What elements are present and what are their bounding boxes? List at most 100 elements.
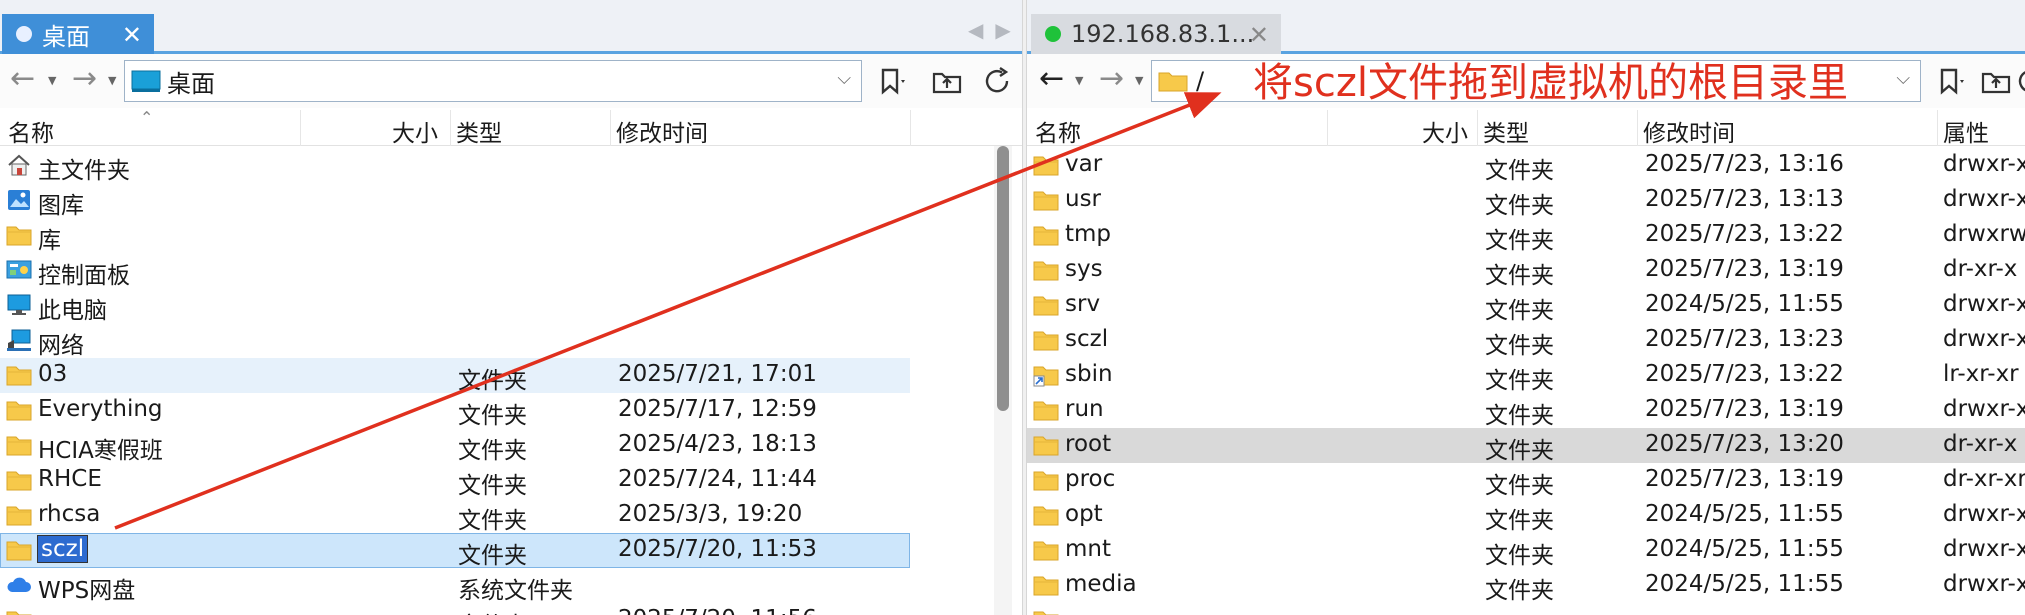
chevron-down-icon[interactable]: ⌵ <box>837 68 851 89</box>
row-type: 文件夹 <box>1485 193 1554 219</box>
table-row[interactable]: 库 <box>0 218 1022 254</box>
header-type[interactable]: 类型 <box>1483 114 1529 147</box>
close-icon[interactable]: ✕ <box>1249 21 1269 49</box>
row-type: 文件夹 <box>458 473 527 499</box>
refresh-icon[interactable] <box>2013 64 2025 98</box>
desktop-icon <box>131 70 161 92</box>
table-row[interactable]: rhcsa 文件夹 2025/3/3, 19:20 <box>0 498 1022 534</box>
row-mtime: 2025/7/21, 17:01 <box>618 361 817 387</box>
row-type: 文件夹 <box>1485 368 1554 394</box>
row-attr: drwxr-x <box>1943 291 2025 317</box>
header-mtime[interactable]: 修改时间 <box>616 114 708 147</box>
table-row[interactable]: proc 文件夹 2025/7/23, 13:19 dr-xr-xr <box>1027 463 2025 499</box>
table-row[interactable]: 控制面板 <box>0 253 1022 289</box>
table-row[interactable]: var 文件夹 2025/7/23, 13:16 drwxr-x <box>1027 148 2025 184</box>
table-row[interactable]: sczl 文件夹 2025/7/20, 11:53 <box>0 533 910 569</box>
table-row[interactable]: root 文件夹 2025/7/23, 13:20 dr-xr-x <box>1027 428 2025 464</box>
folder-icon <box>1033 191 1059 211</box>
folder-icon <box>6 471 32 491</box>
table-row[interactable]: run 文件夹 2025/7/23, 13:19 drwxr-x <box>1027 393 2025 429</box>
chevron-down-icon[interactable]: ⌵ <box>1896 68 1910 89</box>
forward-arrow-icon[interactable]: → <box>72 64 97 94</box>
tab-remote-host[interactable]: 192.168.83.1... ✕ <box>1031 14 1281 54</box>
table-row[interactable]: 03 文件夹 2025/7/21, 17:01 <box>0 358 910 394</box>
table-row[interactable]: 此电脑 <box>0 288 1022 324</box>
folder-icon <box>1033 576 1059 596</box>
table-row[interactable]: HCIA寒假班 文件夹 2025/4/23, 18:13 <box>0 428 1022 464</box>
row-type: 文件夹 <box>458 368 527 394</box>
table-row[interactable]: srv 文件夹 2024/5/25, 11:55 drwxr-x <box>1027 288 2025 324</box>
refresh-icon[interactable] <box>980 64 1014 98</box>
table-row[interactable]: WPS网盘 系统文件夹 <box>0 568 1022 604</box>
forward-history-caret-icon[interactable]: ▼ <box>108 74 116 87</box>
tab-desktop[interactable]: 桌面 ✕ <box>2 14 154 54</box>
table-row[interactable]: mnt 文件夹 2024/5/25, 11:55 drwxr-x <box>1027 533 2025 569</box>
table-row[interactable]: sys 文件夹 2025/7/23, 13:19 dr-xr-x <box>1027 253 2025 289</box>
row-name: 网络 <box>38 333 84 359</box>
row-type: 文件夹 <box>458 606 527 615</box>
row-mtime: 2025/7/23, 13:19 <box>1645 256 1844 282</box>
header-size[interactable]: 大小 <box>1422 114 1468 147</box>
table-row[interactable]: RHCE 文件夹 2025/7/24, 11:44 <box>0 463 1022 499</box>
table-row[interactable]: 主文件夹 <box>0 148 1022 184</box>
table-row[interactable]: usr 文件夹 2025/7/23, 13:13 drwxr-x <box>1027 183 2025 219</box>
network-icon <box>7 329 31 351</box>
control-panel-icon <box>6 260 32 279</box>
table-row[interactable] <box>1027 603 2025 615</box>
file-list: var 文件夹 2025/7/23, 13:16 drwxr-x usr 文件夹 2025/… <box>1027 148 2025 615</box>
row-type: 文件夹 <box>1485 298 1554 324</box>
row-mtime: 2025/7/20, 11:53 <box>618 536 817 562</box>
row-mtime: 2025/7/17, 12:59 <box>618 396 817 422</box>
row-mtime: 2025/7/23, 13:19 <box>1645 396 1844 422</box>
header-name[interactable]: 名称 <box>1035 114 1081 147</box>
row-name: 主文件夹 <box>38 158 130 184</box>
back-history-caret-icon[interactable]: ▼ <box>1075 74 1083 87</box>
header-attr[interactable]: 属性 <box>1943 114 1989 147</box>
bookmark-icon[interactable] <box>1933 64 1967 98</box>
back-arrow-icon[interactable]: ← <box>10 64 35 94</box>
table-row[interactable]: media 文件夹 2024/5/25, 11:55 drwxr-x <box>1027 568 2025 604</box>
forward-arrow-icon[interactable]: → <box>1099 64 1124 94</box>
header-name[interactable]: 名称 <box>8 114 54 147</box>
row-attr: drwxr-x <box>1943 501 2025 527</box>
row-mtime: 2025/7/23, 13:22 <box>1645 221 1844 247</box>
tab-scroll-arrows-icon[interactable]: ◀▶ <box>968 18 1022 42</box>
row-name: usr <box>1065 186 1102 212</box>
back-history-caret-icon[interactable]: ▼ <box>48 74 56 87</box>
table-row[interactable]: tmp 文件夹 2025/7/23, 13:22 drwxrw <box>1027 218 2025 254</box>
table-row[interactable]: 网络 <box>0 323 1022 359</box>
row-name: tmp <box>1065 221 1112 247</box>
back-arrow-icon[interactable]: ← <box>1039 64 1064 94</box>
right-tab-bar: 192.168.83.1... ✕ <box>1027 0 2025 54</box>
close-icon[interactable]: ✕ <box>122 21 142 49</box>
scroll-thumb[interactable] <box>997 146 1009 411</box>
header-type[interactable]: 类型 <box>456 114 502 147</box>
table-row[interactable]: 文件夹 2025/7/20, 11:56 <box>0 603 1022 615</box>
left-tab-bar: 桌面 ✕ ◀▶ <box>0 0 1022 54</box>
row-name: 控制面板 <box>38 263 130 289</box>
table-row[interactable]: sbin 文件夹 2025/7/23, 13:22 lr-xr-xr <box>1027 358 2025 394</box>
table-row[interactable]: sczl 文件夹 2025/7/23, 13:23 drwxr-x <box>1027 323 2025 359</box>
row-attr: drwxr-x <box>1943 536 2025 562</box>
forward-history-caret-icon[interactable]: ▼ <box>1135 74 1143 87</box>
row-name: WPS网盘 <box>38 578 136 604</box>
bookmark-icon[interactable] <box>874 64 908 98</box>
table-row[interactable]: 图库 <box>0 183 1022 219</box>
row-mtime: 2025/7/23, 13:23 <box>1645 326 1844 352</box>
row-type: 文件夹 <box>1485 263 1554 289</box>
new-folder-icon[interactable] <box>1979 64 2013 98</box>
header-size[interactable]: 大小 <box>392 114 438 147</box>
scrollbar[interactable] <box>994 146 1012 615</box>
row-name: opt <box>1065 501 1103 527</box>
header-mtime[interactable]: 修改时间 <box>1643 114 1735 147</box>
row-mtime: 2025/7/23, 13:22 <box>1645 361 1844 387</box>
address-bar[interactable]: 桌面 ⌵ <box>124 60 862 102</box>
new-folder-icon[interactable] <box>930 64 964 98</box>
address-text: / <box>1196 67 1205 95</box>
left-file-pane: 桌面 ✕ ◀▶ ← ▼ → ▼ 桌面 ⌵ 名称 ⌃ 大小 类型 修改时间 主文件… <box>0 0 1022 615</box>
row-name: 库 <box>38 228 61 254</box>
table-row[interactable]: opt 文件夹 2024/5/25, 11:55 drwxr-x <box>1027 498 2025 534</box>
table-row[interactable]: Everything 文件夹 2025/7/17, 12:59 <box>0 393 1022 429</box>
connection-status-icon <box>1045 26 1061 42</box>
row-type: 文件夹 <box>1485 228 1554 254</box>
